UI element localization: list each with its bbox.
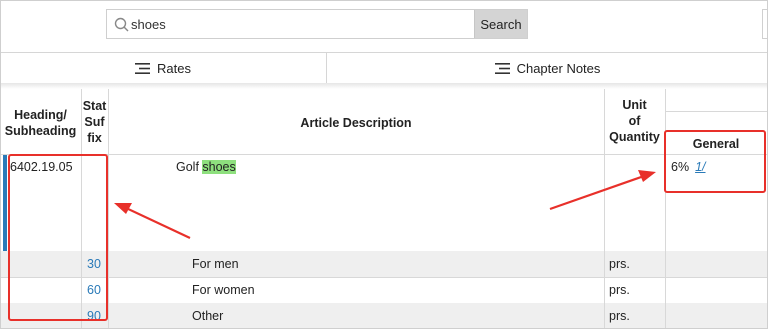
header-article-description: Article Description — [300, 116, 412, 130]
toolbar-edge — [762, 9, 768, 39]
row-unit: prs. — [609, 257, 630, 271]
row-background — [0, 251, 768, 277]
row-description: For men — [192, 257, 239, 271]
search-highlight: shoes — [202, 160, 236, 174]
row-background — [0, 303, 768, 329]
top-bar: Search — [0, 0, 768, 52]
annotation-box-left — [8, 154, 108, 321]
rates-header-divider — [665, 111, 768, 112]
row-description: Golf shoes — [176, 160, 236, 174]
tab-rates[interactable]: Rates — [0, 53, 327, 84]
row-description: Other — [192, 309, 224, 323]
header-heading-subheading: Heading/ Subheading — [4, 108, 77, 138]
menu-icon — [135, 62, 151, 74]
annotation-box-general — [664, 130, 766, 193]
row-unit: prs. — [609, 309, 630, 323]
menu-icon — [494, 63, 510, 74]
tab-chapter-notes[interactable]: Chapter Notes — [327, 53, 768, 84]
column-divider — [665, 89, 666, 329]
row-unit: prs. — [609, 283, 630, 297]
tab-shadow — [0, 83, 768, 89]
search-button[interactable]: Search — [474, 10, 527, 38]
header-stat-suffix: Stat Suf fix — [82, 99, 107, 145]
search-input[interactable] — [129, 10, 474, 38]
search-box: Search — [106, 9, 528, 39]
row-indicator — [3, 155, 7, 251]
header-unit-of-quantity: Unit of Quantity — [609, 98, 660, 144]
tab-bar: Rates Chapter Notes — [0, 52, 768, 84]
row-divider — [0, 277, 768, 278]
tab-chapter-notes-label: Chapter Notes — [516, 61, 601, 76]
header-divider — [0, 154, 768, 155]
tab-rates-label: Rates — [157, 60, 191, 76]
row-description: For women — [192, 283, 255, 297]
